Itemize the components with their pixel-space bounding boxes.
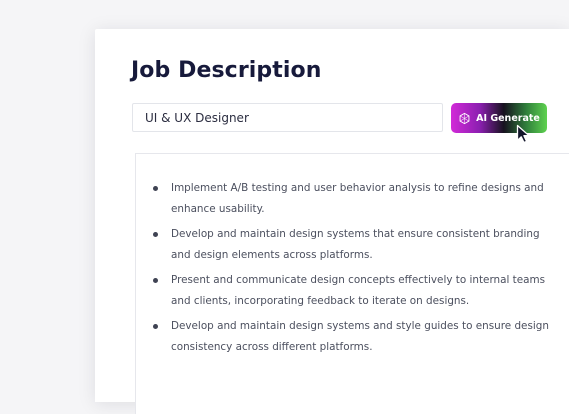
bullet-icon — [153, 232, 158, 237]
description-bullet-list: Implement A/B testing and user behavior … — [152, 178, 552, 362]
ai-generate-label: AI Generate — [476, 112, 540, 124]
list-item-text: Develop and maintain design systems and … — [171, 320, 549, 353]
bullet-icon — [153, 324, 158, 329]
bullet-icon — [153, 186, 158, 191]
mouse-pointer-icon — [516, 124, 532, 144]
page-title: Job Description — [131, 58, 322, 83]
list-item-text: Develop and maintain design systems that… — [171, 228, 540, 261]
job-title-input[interactable]: UI & UX Designer — [132, 103, 443, 132]
openai-icon — [458, 112, 471, 125]
list-item: Implement A/B testing and user behavior … — [152, 178, 552, 219]
job-description-card: Job Description UI & UX Designer AI Gene… — [95, 29, 569, 414]
list-item-text: Present and communicate design concepts … — [171, 274, 546, 307]
list-item-text: Implement A/B testing and user behavior … — [171, 182, 544, 215]
job-title-input-value: UI & UX Designer — [145, 110, 249, 125]
list-item: Develop and maintain design systems that… — [152, 224, 552, 265]
list-item: Develop and maintain design systems and … — [152, 316, 552, 357]
ai-generate-button[interactable]: AI Generate — [451, 103, 547, 133]
description-editor[interactable]: Implement A/B testing and user behavior … — [135, 153, 569, 414]
list-item: Present and communicate design concepts … — [152, 270, 552, 311]
bullet-icon — [153, 278, 158, 283]
